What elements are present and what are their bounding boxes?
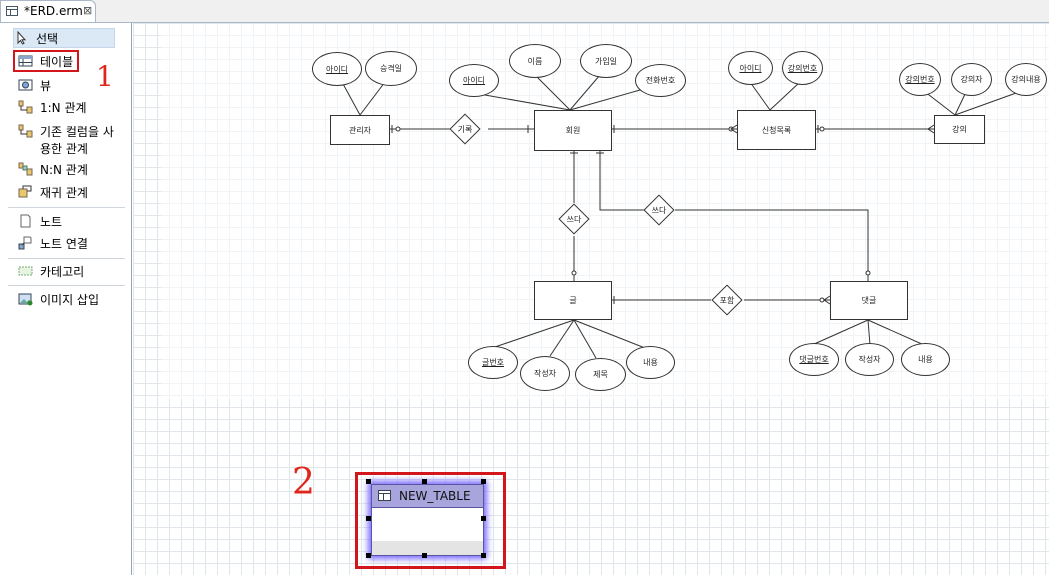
attribute-post-no: 글번호: [468, 346, 518, 379]
attribute-member-join: 가입일: [580, 44, 632, 78]
entity-lecture: 강의: [934, 115, 985, 144]
attribute-member-phone: 전화번호: [635, 64, 686, 97]
relation-label: 기록: [457, 125, 473, 134]
entity-comment: 댓글: [830, 281, 908, 320]
attribute-member-id: 아이디: [449, 64, 499, 97]
annotation-step-1: 1: [96, 60, 114, 93]
attribute-comment-content: 내용: [901, 343, 950, 376]
attribute-member-name: 이름: [509, 44, 561, 78]
attribute-lecture-no: 강의번호: [899, 63, 941, 96]
relation-label: 쓰다: [651, 206, 667, 215]
entity-admin: 관리자: [330, 115, 390, 145]
attribute-lecture-content: 강의내용: [1005, 63, 1047, 96]
entity-post: 글: [534, 281, 612, 320]
attribute-enrollment-lecture-no: 강의번호: [782, 51, 823, 85]
relation-label: 포함: [719, 296, 735, 305]
attribute-comment-author: 작성자: [845, 343, 894, 376]
attribute-lecture-teacher: 강의자: [951, 63, 992, 96]
entity-enrollment: 신청목록: [737, 110, 816, 150]
attribute-post-author: 작성자: [520, 356, 570, 391]
highlight-box-table-tool: [13, 50, 79, 72]
attribute-admin-approve: 승격일: [365, 51, 417, 86]
highlight-box-new-table: [355, 472, 506, 569]
attribute-enrollment-id: 아이디: [728, 51, 773, 85]
attribute-post-content: 내용: [626, 346, 675, 379]
attribute-comment-no: 댓글번호: [789, 343, 839, 376]
entity-member: 회원: [534, 110, 612, 151]
relation-label: 쓰다: [566, 215, 582, 224]
annotation-step-2: 2: [292, 462, 315, 503]
attribute-post-title: 제목: [575, 358, 626, 391]
attribute-admin-id: 아이디: [312, 52, 362, 86]
